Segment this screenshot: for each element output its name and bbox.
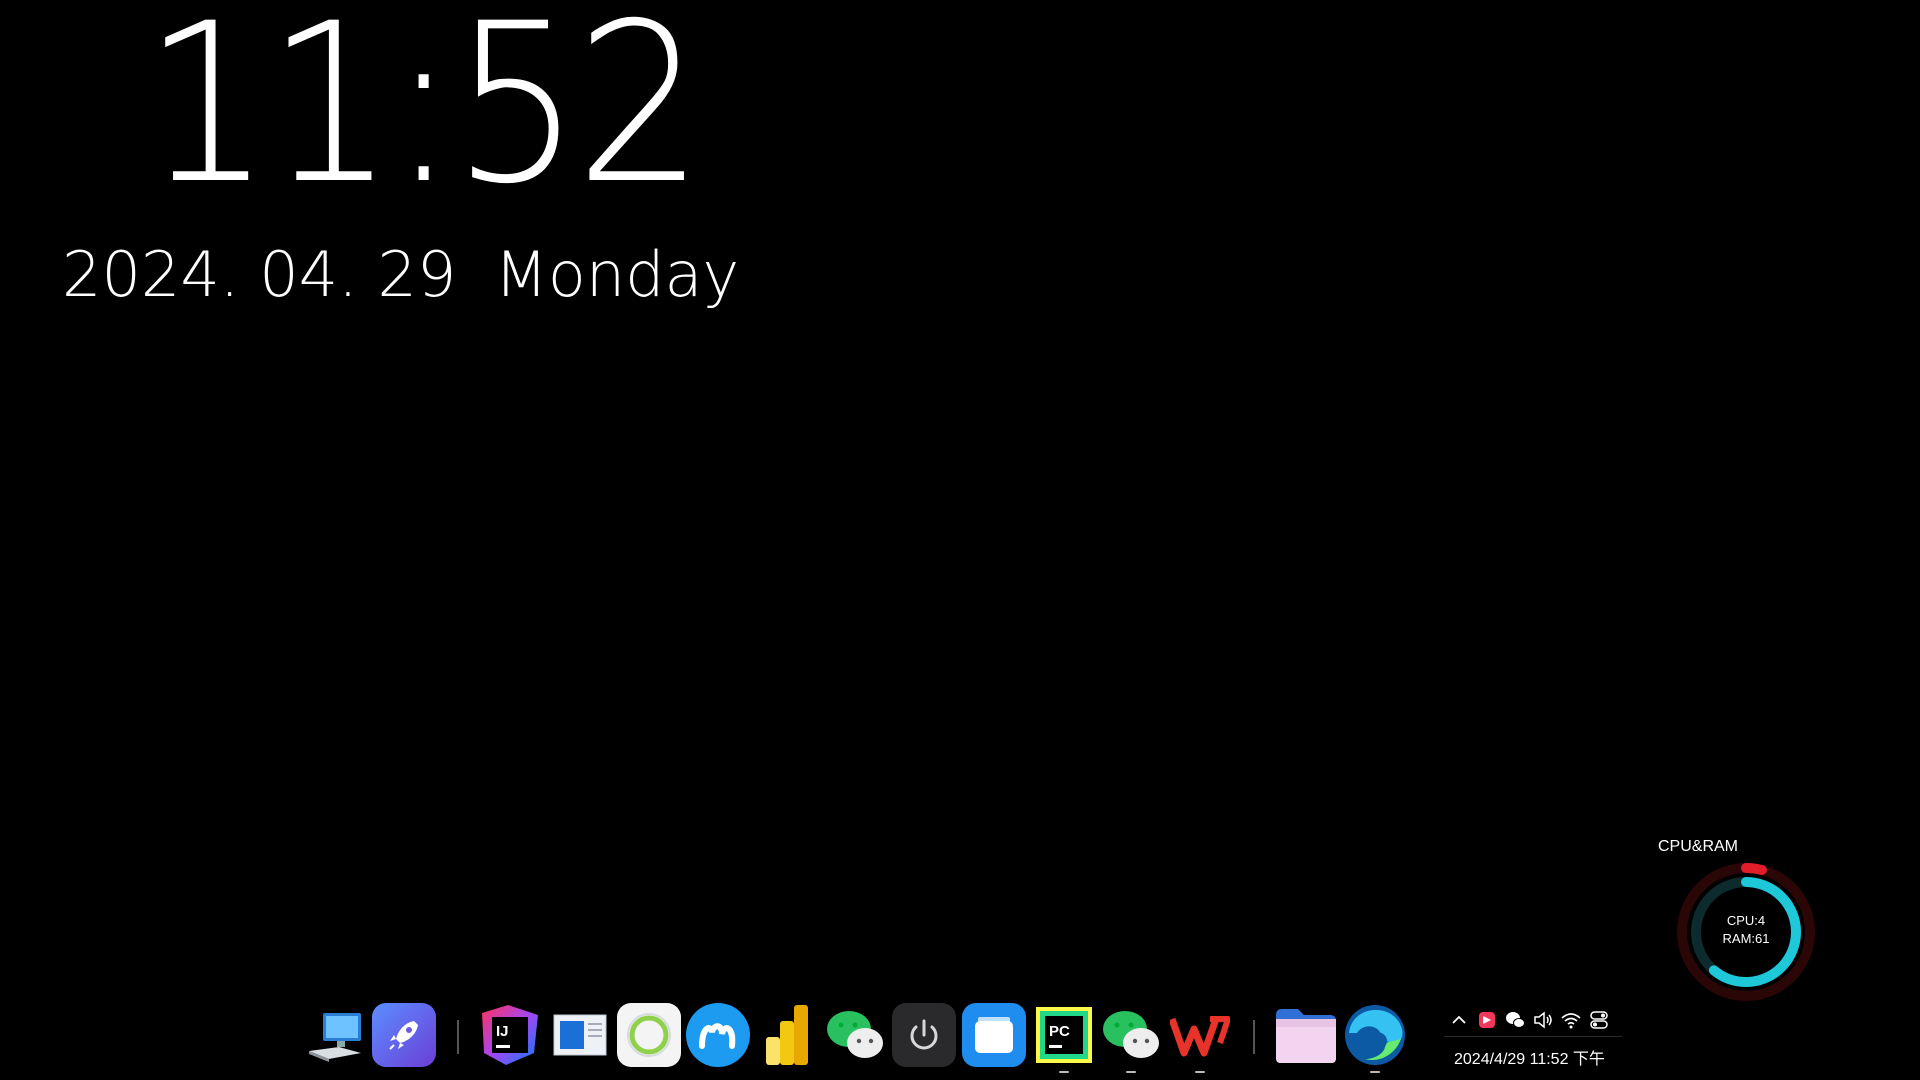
running-indicator xyxy=(1059,1071,1069,1073)
svg-text:IJ: IJ xyxy=(496,1023,509,1040)
cpu-label: CPU:4 xyxy=(1726,913,1766,928)
wps-icon xyxy=(1170,1016,1230,1057)
volume-icon[interactable] xyxy=(1532,1009,1554,1031)
dock-separator xyxy=(457,1020,459,1054)
dock-item-wechat-2[interactable] xyxy=(1099,1003,1163,1067)
dock-item-pycharm[interactable]: PC xyxy=(1032,1003,1096,1067)
dock-item-file-explorer[interactable] xyxy=(1274,1003,1338,1067)
dock-item-intellij-idea[interactable]: IJ xyxy=(478,1003,542,1067)
running-indicator xyxy=(1195,1071,1205,1073)
wechat-icon[interactable] xyxy=(1504,1009,1526,1031)
folder-icon xyxy=(1276,1009,1336,1063)
gauge-text: CPU:4 RAM:61 xyxy=(1672,912,1820,948)
dock-item-this-pc[interactable] xyxy=(303,1003,367,1067)
pycharm-icon: PC xyxy=(1036,1007,1092,1063)
dock-item-window-app[interactable] xyxy=(548,1003,612,1067)
dock-item-wps-office[interactable] xyxy=(1168,1003,1232,1067)
dock-item-edge[interactable] xyxy=(1343,1003,1407,1067)
date-text: 2024. 04. 29 xyxy=(62,238,457,311)
weekday-text: Monday xyxy=(494,238,740,311)
dock-item-blue-app[interactable] xyxy=(686,1003,750,1067)
intellij-icon: IJ xyxy=(482,1005,538,1065)
wifi-icon[interactable] xyxy=(1560,1009,1582,1031)
m-logo-icon xyxy=(699,1023,736,1049)
dock-item-power[interactable] xyxy=(892,1003,956,1067)
ram-label: RAM:61 xyxy=(1722,931,1770,946)
rocket-icon xyxy=(389,1021,418,1050)
chevron-up-icon[interactable] xyxy=(1448,1009,1470,1031)
app-icon[interactable] xyxy=(1476,1009,1498,1031)
power-icon xyxy=(910,1019,938,1050)
toggle-icon[interactable] xyxy=(1588,1009,1610,1031)
running-indicator xyxy=(1370,1071,1380,1073)
computer-icon xyxy=(309,1013,361,1062)
dock-item-files[interactable] xyxy=(962,1003,1026,1067)
svg-text:PC: PC xyxy=(1049,1023,1070,1040)
dock-item-wechat[interactable] xyxy=(823,1003,887,1067)
ring-icon xyxy=(627,1013,671,1057)
widget-title: CPU&RAM xyxy=(1658,838,1739,855)
window-icon xyxy=(553,1014,607,1056)
edge-icon xyxy=(1345,1005,1405,1065)
wechat-icon xyxy=(827,1011,883,1058)
tray-divider xyxy=(1444,1036,1622,1037)
wechat-icon xyxy=(1103,1011,1159,1058)
running-indicator xyxy=(1126,1071,1136,1073)
tray-datetime[interactable]: 2024/4/29 11:52 下午 xyxy=(1454,1045,1605,1069)
power-bi-icon xyxy=(766,1005,808,1065)
clock-time: 11:52 xyxy=(143,0,704,232)
clock-date: 2024. 04. 29 Monday xyxy=(62,244,739,306)
dock-separator xyxy=(1253,1020,1255,1054)
dock-item-circle-app[interactable] xyxy=(617,1003,681,1067)
files-icon xyxy=(975,1017,1013,1053)
dock-item-launcher[interactable] xyxy=(372,1003,436,1067)
dock-item-power-bi[interactable] xyxy=(755,1003,819,1067)
